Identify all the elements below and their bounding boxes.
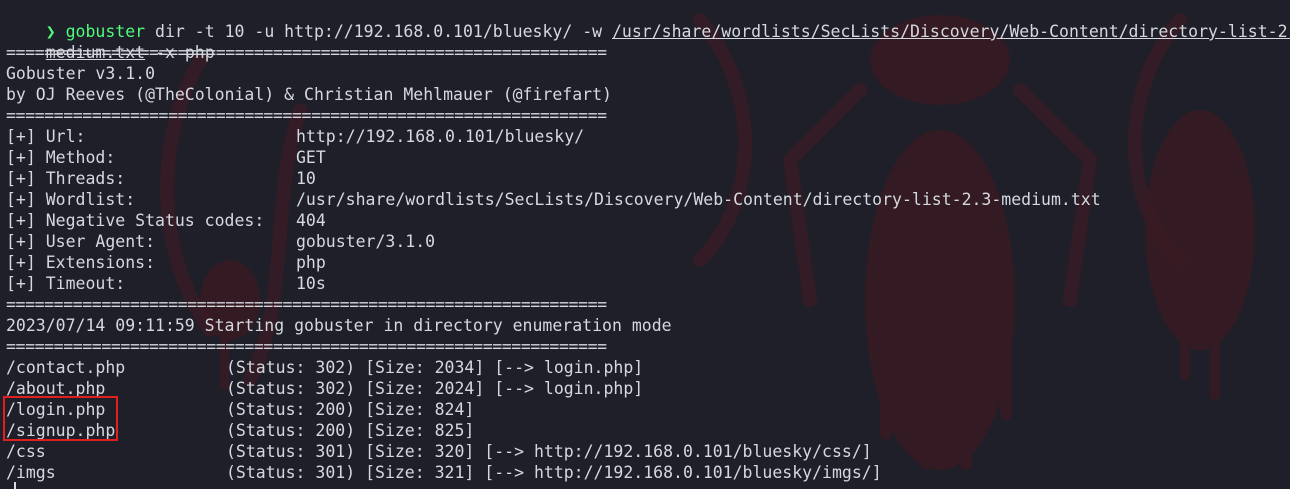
result-info: (Status: 200) [Size: 825] bbox=[226, 421, 475, 440]
config-row-url: [+] Url: http://192.168.0.101/bluesky/ bbox=[6, 126, 584, 147]
config-row-negative-status: [+] Negative Status codes: 404 bbox=[6, 210, 326, 231]
config-label: [+] Url: bbox=[6, 127, 86, 146]
config-row-wordlist: [+] Wordlist: /usr/share/wordlists/SecLi… bbox=[6, 189, 1101, 210]
separator-line: ========================================… bbox=[6, 106, 607, 125]
config-label: [+] Threads: bbox=[6, 169, 126, 188]
start-message: 2023/07/14 09:11:59 Starting gobuster in… bbox=[6, 316, 672, 335]
result-row: /css (Status: 301) [Size: 320] [--> http… bbox=[6, 441, 872, 462]
config-label: [+] User Agent: bbox=[6, 232, 156, 251]
config-value: gobuster/3.1.0 bbox=[296, 232, 436, 251]
result-path: /contact.php bbox=[6, 358, 126, 377]
terminal-window[interactable]: ❯ gobuster dir -t 10 -u http://192.168.0… bbox=[0, 0, 1290, 489]
config-row-user-agent: [+] User Agent: gobuster/3.1.0 bbox=[6, 231, 435, 252]
config-value: 10s bbox=[296, 274, 326, 293]
result-info: (Status: 301) [Size: 321] [--> http://19… bbox=[226, 463, 882, 482]
config-value: 404 bbox=[296, 211, 326, 230]
config-label: [+] Wordlist: bbox=[6, 190, 136, 209]
config-value: http://192.168.0.101/bluesky/ bbox=[296, 127, 585, 146]
config-row-method: [+] Method: GET bbox=[6, 147, 326, 168]
result-info: (Status: 301) [Size: 320] [--> http://19… bbox=[226, 442, 872, 461]
config-label: [+] Extensions: bbox=[6, 253, 156, 272]
config-value: /usr/share/wordlists/SecLists/Discovery/… bbox=[296, 190, 1101, 209]
result-row: /imgs (Status: 301) [Size: 321] [--> htt… bbox=[6, 462, 882, 483]
highlight-annotation-box bbox=[3, 396, 118, 441]
config-label: [+] Timeout: bbox=[6, 274, 126, 293]
command-line: ❯ gobuster dir -t 10 -u http://192.168.0… bbox=[6, 0, 1290, 41]
config-value: php bbox=[296, 253, 326, 272]
spider-emblem-icon bbox=[160, 13, 1255, 470]
result-path: /imgs bbox=[6, 463, 56, 482]
result-path: /css bbox=[6, 442, 46, 461]
result-info: (Status: 200) [Size: 824] bbox=[226, 400, 475, 419]
result-info: (Status: 302) [Size: 2024] [--> login.ph… bbox=[226, 379, 644, 398]
config-row-threads: [+] Threads: 10 bbox=[6, 168, 316, 189]
banner-authors: by OJ Reeves (@TheColonial) & Christian … bbox=[6, 85, 612, 104]
separator-line: ========================================… bbox=[6, 43, 607, 62]
separator-line: ========================================… bbox=[6, 295, 607, 314]
wordlist-path-link[interactable]: /usr/share/wordlists/SecLists/Discovery/… bbox=[612, 22, 1290, 41]
banner-version: Gobuster v3.1.0 bbox=[6, 64, 156, 83]
config-value: 10 bbox=[296, 169, 316, 188]
text-cursor bbox=[14, 482, 16, 489]
command-line-wrap: medium.txt -x php bbox=[6, 21, 215, 62]
result-info: (Status: 302) [Size: 2034] [--> login.ph… bbox=[226, 358, 644, 377]
command-args: dir -t 10 -u http://192.168.0.101/bluesk… bbox=[145, 22, 612, 41]
config-row-timeout: [+] Timeout: 10s bbox=[6, 273, 326, 294]
config-value: GET bbox=[296, 148, 326, 167]
config-label: [+] Negative Status codes: bbox=[6, 211, 265, 230]
separator-line: ========================================… bbox=[6, 337, 607, 356]
result-row: /contact.php (Status: 302) [Size: 2034] … bbox=[6, 357, 643, 378]
config-row-extensions: [+] Extensions: php bbox=[6, 252, 326, 273]
config-label: [+] Method: bbox=[6, 148, 116, 167]
